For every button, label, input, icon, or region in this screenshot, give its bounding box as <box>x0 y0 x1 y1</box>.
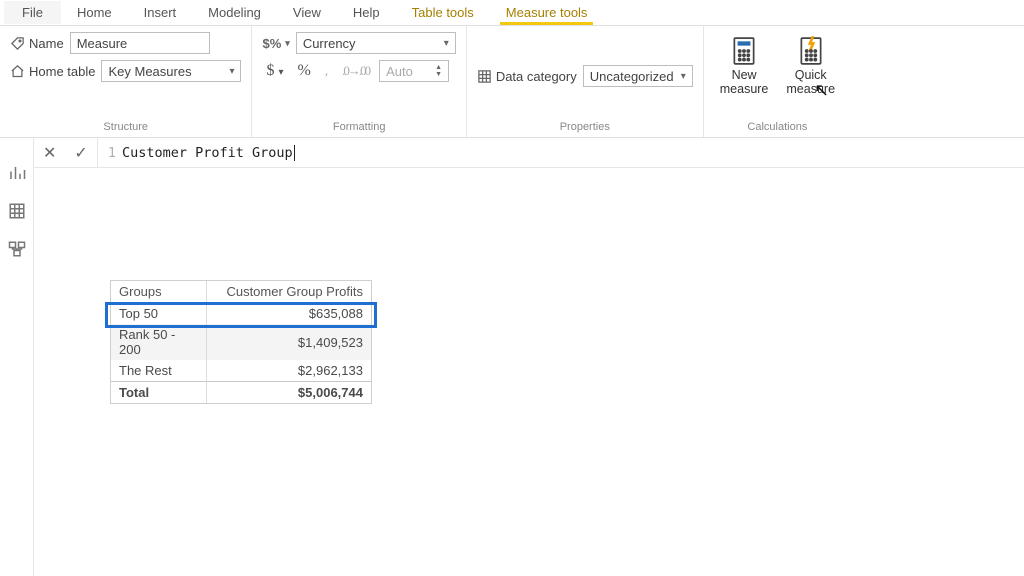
quick-measure-button[interactable]: Quick measure <box>780 32 841 98</box>
tab-modeling[interactable]: Modeling <box>192 1 277 24</box>
decimal-places-input[interactable]: Auto ▲▼ <box>379 60 449 82</box>
menu-bar: File Home Insert Modeling View Help Tabl… <box>0 0 1024 26</box>
home-table-select[interactable]: Key Measures ▾ <box>101 60 241 82</box>
chevron-down-icon: ▾ <box>444 38 449 49</box>
tab-measure-tools[interactable]: Measure tools <box>490 1 604 24</box>
table-visual[interactable]: Groups Customer Group Profits Top 50 $63… <box>110 280 372 404</box>
table-row[interactable]: Rank 50 - 200 $1,409,523 <box>111 324 371 360</box>
tab-help[interactable]: Help <box>337 1 396 24</box>
name-label: Name <box>10 36 64 51</box>
calculator-lightning-icon <box>797 34 825 68</box>
tab-view[interactable]: View <box>277 1 337 24</box>
format-select[interactable]: Currency ▾ <box>296 32 456 54</box>
group-formatting: $%▾ Currency ▾ $ ▾ % , .0→.00 Auto ▲▼ <box>252 26 466 137</box>
text-caret <box>294 145 295 161</box>
grid-icon <box>477 69 492 84</box>
home-table-label: Home table <box>10 64 95 79</box>
ribbon: Name Measure Home table Key Measures ▾ S… <box>0 26 1024 138</box>
table-total-row[interactable]: Total $5,006,744 <box>111 382 371 404</box>
properties-group-label: Properties <box>477 120 693 137</box>
col-profits[interactable]: Customer Group Profits <box>206 281 371 303</box>
table-row[interactable]: Top 50 $635,088 <box>111 303 371 325</box>
data-category-select[interactable]: Uncategorized ▾ <box>583 65 693 87</box>
comma-button[interactable]: , <box>321 63 332 79</box>
tab-table-tools[interactable]: Table tools <box>396 1 490 24</box>
col-groups[interactable]: Groups <box>111 281 206 303</box>
formula-text: Customer Profit Group <box>122 145 293 161</box>
chevron-down-icon: ▾ <box>681 71 686 82</box>
chevron-down-icon: ▾ <box>229 66 234 77</box>
cancel-formula-button[interactable]: ✕ <box>34 143 65 163</box>
mouse-cursor-icon: ↖ <box>814 80 829 101</box>
tab-home[interactable]: Home <box>61 1 128 24</box>
report-canvas[interactable]: Groups Customer Group Profits Top 50 $63… <box>34 168 1024 576</box>
report-view-icon[interactable] <box>8 164 26 182</box>
commit-formula-button[interactable]: ✓ <box>65 143 96 163</box>
data-category-label: Data category <box>477 69 577 84</box>
calculations-group-label: Calculations <box>714 120 841 137</box>
group-properties: Data category Uncategorized ▾ Properties <box>467 26 704 137</box>
spinner-icon: ▲▼ <box>435 64 442 78</box>
data-view-icon[interactable] <box>8 202 26 220</box>
new-measure-button[interactable]: New measure <box>714 32 775 98</box>
view-rail <box>0 138 34 576</box>
formula-input[interactable]: 1 Customer Profit Group <box>97 138 1024 167</box>
home-icon <box>10 64 25 79</box>
calculator-icon <box>730 34 758 68</box>
tab-insert[interactable]: Insert <box>128 1 193 24</box>
line-number: 1 <box>98 145 122 161</box>
structure-group-label: Structure <box>10 120 241 137</box>
tab-file[interactable]: File <box>4 1 61 24</box>
decimal-shift-icon[interactable]: .0→.00 <box>338 63 373 79</box>
percent-button[interactable]: % <box>294 62 315 80</box>
format-badge-icon: $%▾ <box>262 36 289 51</box>
tag-icon <box>10 36 25 51</box>
model-view-icon[interactable] <box>8 240 26 258</box>
formatting-group-label: Formatting <box>262 120 455 137</box>
table-row[interactable]: The Rest $2,962,133 <box>111 360 371 382</box>
currency-button[interactable]: $ ▾ <box>262 62 287 80</box>
group-structure: Name Measure Home table Key Measures ▾ S… <box>0 26 252 137</box>
measure-name-input[interactable]: Measure <box>70 32 210 54</box>
formula-bar: ✕ ✓ 1 Customer Profit Group <box>34 138 1024 168</box>
